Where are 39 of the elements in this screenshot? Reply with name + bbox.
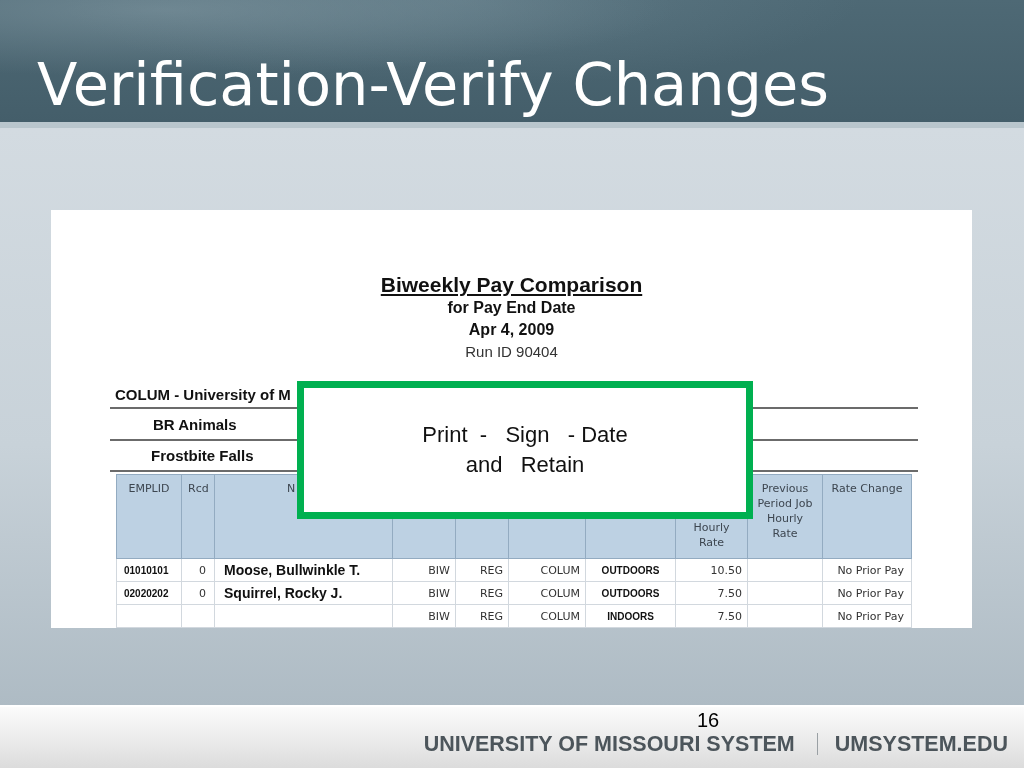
table-cell: COLUM	[508, 604, 586, 628]
column-header: Rcd	[181, 474, 215, 559]
table-cell: OUTDOORS	[585, 581, 676, 605]
table-cell: REG	[455, 604, 509, 628]
report-subtitle: for Pay End Date	[447, 298, 576, 318]
table-cell: No Prior Pay	[822, 581, 912, 605]
table-cell: 7.50	[675, 604, 748, 628]
department-label: BR Animals	[153, 415, 237, 433]
column-header: Rate Change	[822, 474, 912, 559]
table-cell: No Prior Pay	[822, 604, 912, 628]
table-cell: Squirrel, Rocky J.	[214, 581, 393, 605]
run-id-label: Run ID 90404	[465, 342, 558, 362]
column-header: EMPLID	[116, 474, 182, 559]
table-cell: REG	[455, 558, 509, 582]
table-cell: REG	[455, 581, 509, 605]
table-cell: 02020202	[116, 581, 182, 605]
callout-text: Print - Sign - Date and Retain	[422, 421, 628, 479]
organization-name: UNIVERSITY OF MISSOURI SYSTEM	[423, 732, 795, 755]
table-cell: BIW	[392, 604, 456, 628]
table-cell: Moose, Bullwinkle T.	[214, 558, 393, 582]
table-cell: BIW	[392, 581, 456, 605]
table-cell: OUTDOORS	[585, 558, 676, 582]
business-unit-label: COLUM - University of M	[115, 385, 291, 403]
table-cell: 7.50	[675, 581, 748, 605]
table-cell: COLUM	[508, 558, 586, 582]
table-cell: BIW	[392, 558, 456, 582]
table-cell: 0	[181, 581, 215, 605]
report-date: Apr 4, 2009	[468, 320, 555, 340]
location-label: Frostbite Falls	[151, 447, 254, 464]
table-cell: 01010101	[116, 558, 182, 582]
table-cell: No Prior Pay	[822, 558, 912, 582]
table-cell: COLUM	[508, 581, 586, 605]
table-cell: INDOORS	[585, 604, 676, 628]
column-header: Previous Period Job Hourly Rate	[747, 474, 823, 559]
website-label: UMSYSTEM.EDU	[834, 732, 1008, 755]
table-cell: 0	[181, 558, 215, 582]
table-cell: 10.50	[675, 558, 748, 582]
page-number: 16	[697, 710, 720, 730]
report-title: Biweekly Pay Comparison	[380, 273, 643, 297]
